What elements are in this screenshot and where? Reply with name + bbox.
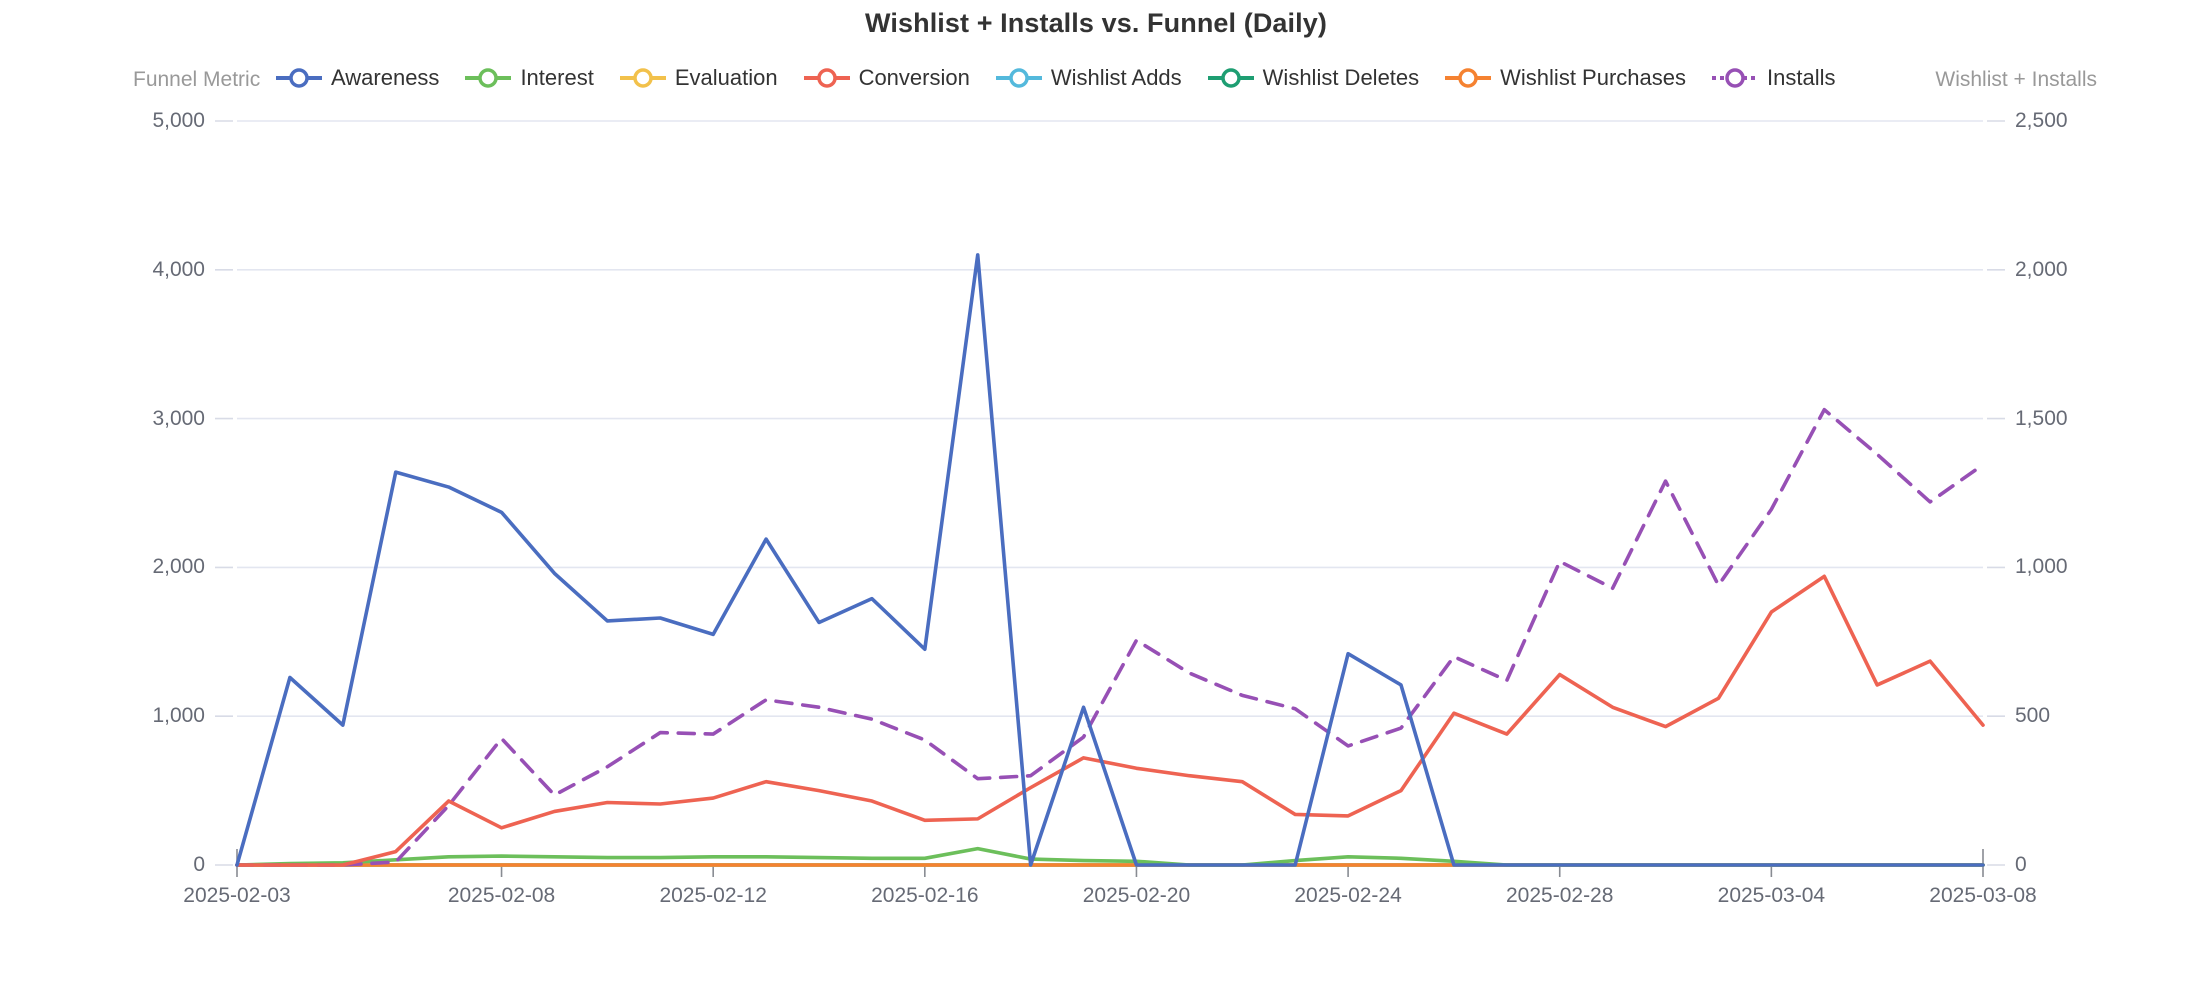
x-axis-tick-label: 2025-02-20 — [1082, 884, 1191, 907]
x-axis-tick-label: 2025-02-03 — [183, 884, 291, 907]
x-axis-tick-label: 2025-02-16 — [871, 884, 979, 907]
series-line-conversion — [235, 574, 1985, 867]
x-axis-tick-label: 2025-02-24 — [1294, 884, 1402, 907]
x-axis-tick-label: 2025-03-08 — [1929, 884, 2037, 907]
y-axis-left-tick-label: 1,000 — [152, 704, 205, 728]
y-axis-right-tick-label: 2,000 — [2015, 257, 2068, 281]
y-axis-right-tick-label: 1,500 — [2015, 406, 2068, 430]
y-axis-left-tick-label: 5,000 — [152, 109, 205, 132]
y-axis-left-tick-label: 4,000 — [152, 257, 205, 281]
series-line-interest — [235, 846, 1985, 867]
y-axis-left-tick-label: 3,000 — [152, 406, 205, 430]
x-axis-tick-label: 2025-02-12 — [659, 884, 767, 907]
chart-container: Wishlist + Installs vs. Funnel (Daily) F… — [0, 0, 2192, 1000]
x-axis-tick-label: 2025-02-08 — [447, 884, 556, 907]
y-axis-right-tick-label: 0 — [2015, 853, 2027, 876]
series-line-awareness — [235, 253, 1985, 867]
series-line-installs — [235, 407, 1985, 867]
y-axis-right-tick-label: 2,500 — [2015, 109, 2068, 132]
y-axis-left-tick-label: 2,000 — [152, 555, 205, 579]
plot-area — [215, 120, 2005, 877]
x-axis-tick-label: 2025-03-04 — [1717, 884, 1826, 907]
y-axis-left-tick-label: 0 — [193, 853, 205, 876]
y-axis-right-tick-label: 1,000 — [2015, 555, 2068, 579]
y-axis-right-tick-label: 500 — [2015, 704, 2051, 728]
x-axis-tick-label: 2025-02-28 — [1506, 884, 1614, 907]
